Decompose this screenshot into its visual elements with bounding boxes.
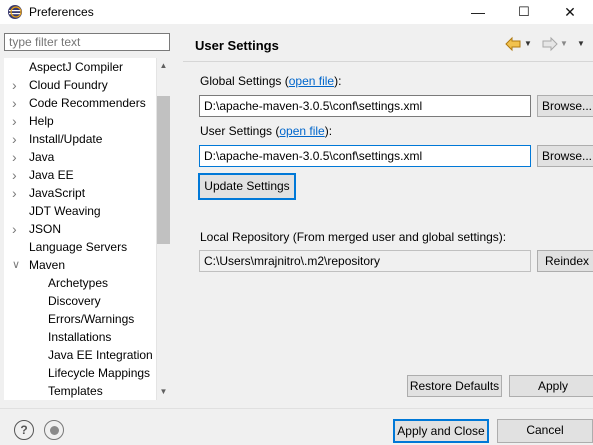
tree-item[interactable]: Archetypes [4,274,156,292]
cancel-button[interactable]: Cancel [497,419,593,443]
tree-item-label: Install/Update [29,132,103,146]
reindex-button[interactable]: Reindex [537,250,593,272]
apply-and-close-button[interactable]: Apply and Close [393,419,489,443]
update-settings-button[interactable]: Update Settings [198,173,296,200]
tree-item[interactable]: Errors/Warnings [4,310,156,328]
tree-item[interactable]: › Install/Update [4,130,156,148]
user-settings-label-end: ): [324,124,333,138]
tree-item-label: Lifecycle Mappings [48,366,151,380]
close-button[interactable]: ✕ [547,0,593,24]
chevron-right-icon[interactable]: › [12,94,22,112]
chevron-right-icon[interactable]: › [12,220,22,238]
tree-item-label: Java EE [29,168,74,182]
eclipse-app-icon [8,5,22,19]
back-arrow-icon[interactable] [505,36,521,52]
user-settings-label: User Settings (open file): [200,124,332,138]
tree-item-label: Archetypes [48,276,109,290]
tree-item[interactable]: ∨ Maven [4,256,156,274]
page-title: User Settings [195,38,279,53]
record-dot-icon [49,425,59,435]
tree-item[interactable]: › Java EE [4,166,156,184]
scroll-down-arrow-icon[interactable]: ▼ [156,384,171,400]
tree-item[interactable]: Java EE Integration [4,346,156,364]
tree-item-label: Help [29,114,54,128]
view-menu-chevron-icon[interactable]: ▼ [577,36,585,52]
tree-item-label: AspectJ Compiler [29,60,124,74]
tree-item-label: JSON [29,222,62,236]
tree-item[interactable]: › Code Recommenders [4,94,156,112]
chevron-right-icon[interactable]: › [12,76,22,94]
preferences-tree: AspectJ Compiler › Cloud Foundry › Code Reco… [4,58,156,400]
chevron-right-icon[interactable]: › [12,112,22,130]
tree-item-label: Errors/Warnings [48,312,135,326]
tree-item-label: Code Recommenders [29,96,146,110]
maximize-button[interactable]: ☐ [501,0,547,24]
tree-item[interactable]: › Java [4,148,156,166]
filter-input[interactable] [4,33,170,51]
tree-item[interactable]: Templates [4,382,156,400]
footer-divider [0,408,593,409]
tree-item-label: Cloud Foundry [29,78,108,92]
global-settings-label-text: Global Settings ( [200,74,289,88]
global-settings-label-end: ): [334,74,342,88]
forward-arrow-icon[interactable] [542,36,558,52]
apply-button[interactable]: Apply [509,375,593,397]
local-repository-label: Local Repository (From merged user and g… [200,230,507,244]
forward-menu-chevron-icon[interactable]: ▼ [560,36,568,52]
tree-item[interactable]: JDT Weaving [4,202,156,220]
scroll-up-arrow-icon[interactable]: ▲ [156,58,171,74]
chevron-down-icon[interactable]: ∨ [12,256,22,274]
back-menu-chevron-icon[interactable]: ▼ [524,36,532,52]
scroll-thumb[interactable] [157,96,170,244]
window-title: Preferences [29,5,94,19]
tree-item-label: Language Servers [29,240,128,254]
tree-item-label: Maven [29,258,66,272]
global-settings-label: Global Settings (open file): [200,74,341,88]
global-settings-field[interactable]: D:\apache-maven-3.0.5\conf\settings.xml [199,95,531,117]
tree-item-label: JavaScript [29,186,86,200]
tree-item[interactable]: › Cloud Foundry [4,76,156,94]
minimize-button[interactable]: — [455,0,501,24]
tree-item[interactable]: AspectJ Compiler [4,58,156,76]
record-macro-icon[interactable] [44,420,64,440]
tree-item-label: JDT Weaving [29,204,101,218]
tree-item[interactable]: Language Servers [4,238,156,256]
tree-item-label: Java EE Integration [48,348,153,362]
tree-item-label: Java [29,150,55,164]
tree-item[interactable]: › JavaScript [4,184,156,202]
user-settings-field[interactable]: D:\apache-maven-3.0.5\conf\settings.xml [199,145,531,167]
user-browse-button[interactable]: Browse... [537,145,593,167]
local-repository-field: C:\Users\mrajnitro\.m2\repository [199,250,531,272]
tree-item[interactable]: › JSON [4,220,156,238]
tree-item-label: Discovery [48,294,101,308]
chevron-right-icon[interactable]: › [12,184,22,202]
global-open-file-link[interactable]: open file [289,74,334,88]
tree-item[interactable]: Installations [4,328,156,346]
restore-defaults-button[interactable]: Restore Defaults [407,375,502,397]
help-icon[interactable]: ? [14,420,34,440]
chevron-right-icon[interactable]: › [12,148,22,166]
tree-item-label: Installations [48,330,112,344]
chevron-right-icon[interactable]: › [12,166,22,184]
chevron-right-icon[interactable]: › [12,130,22,148]
title-divider [183,61,593,62]
tree-item-label: Templates [48,384,103,398]
global-browse-button[interactable]: Browse... [537,95,593,117]
tree-item[interactable]: Lifecycle Mappings [4,364,156,382]
user-settings-label-text: User Settings ( [200,124,280,138]
tree-item[interactable]: › Help [4,112,156,130]
user-open-file-link[interactable]: open file [279,124,324,138]
tree-item[interactable]: Discovery [4,292,156,310]
